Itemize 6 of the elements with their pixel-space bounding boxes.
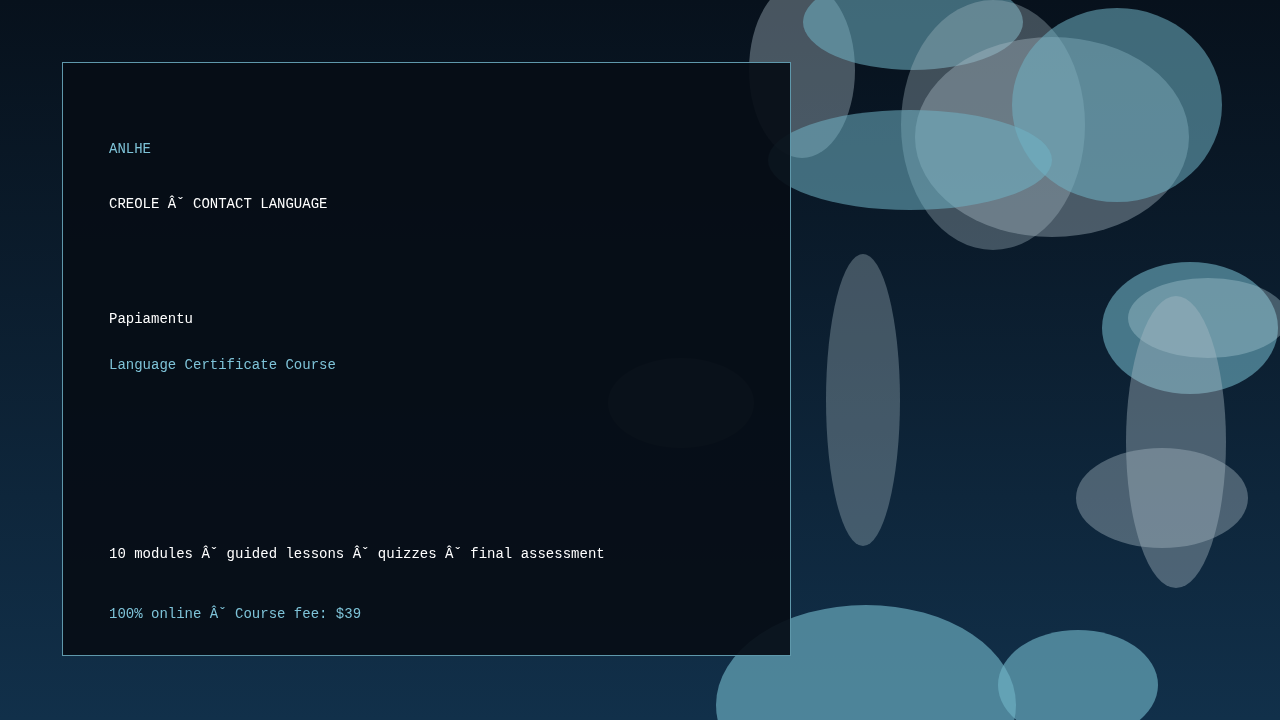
course-features: 10 modules Âˇ guided lessons Âˇ quizzes Âˇ final assessment [109,544,605,564]
category-label: CREOLE Âˇ CONTACT LANGUAGE [109,194,328,214]
brand-name: ANLHE [109,140,151,159]
course-title: Papiamentu [109,310,193,329]
course-subtitle: Language Certificate Course [109,356,336,375]
course-pricing: 100% online Âˇ Course fee: $39 [109,604,362,624]
